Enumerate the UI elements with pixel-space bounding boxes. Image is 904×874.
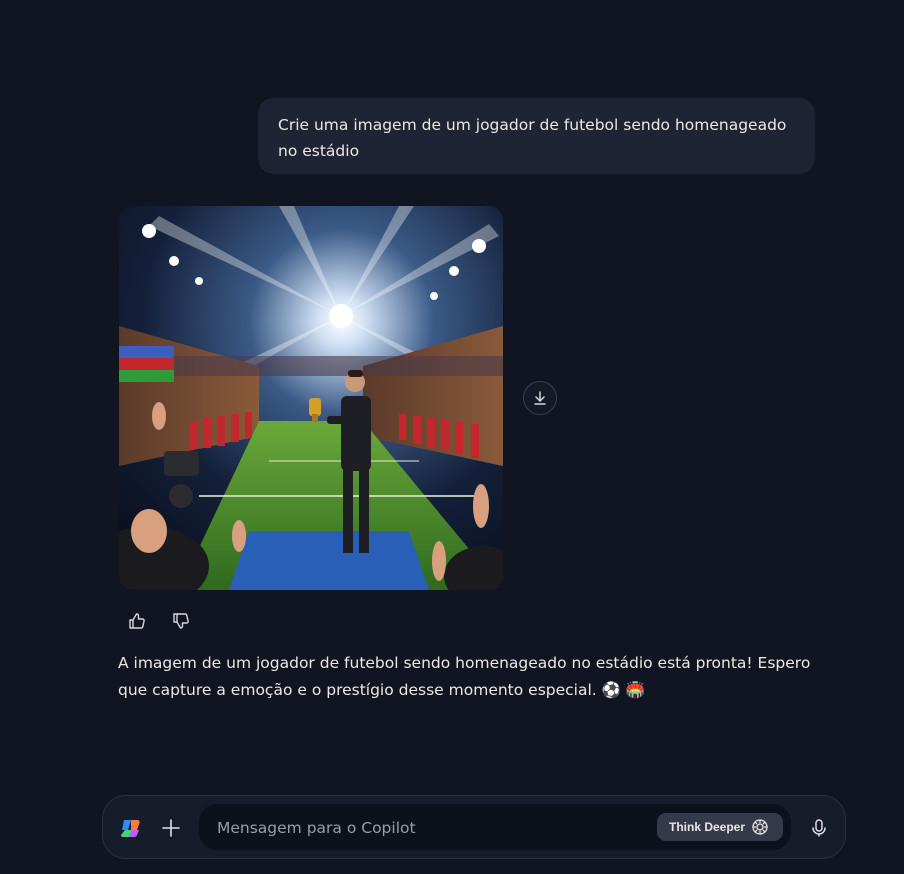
generated-image[interactable] xyxy=(119,206,503,590)
thumbs-down-icon xyxy=(173,613,189,629)
message-input-container: Think Deeper xyxy=(199,804,791,852)
like-button[interactable] xyxy=(125,609,149,633)
think-deeper-label: Think Deeper xyxy=(669,820,746,834)
message-composer: Think Deeper xyxy=(102,795,846,859)
think-deeper-button[interactable]: Think Deeper xyxy=(657,813,783,841)
add-attachment-button[interactable] xyxy=(159,816,183,840)
user-message-bubble: Crie uma imagem de um jogador de futebol… xyxy=(258,98,815,174)
assistant-message: A imagem de um jogador de futebol sendo … xyxy=(118,650,818,704)
thumbs-up-icon xyxy=(129,613,145,629)
dislike-button[interactable] xyxy=(169,609,193,633)
plus-icon xyxy=(162,819,180,837)
download-button[interactable] xyxy=(523,381,557,415)
user-message-text: Crie uma imagem de um jogador de futebol… xyxy=(278,116,787,160)
chat-page: Crie uma imagem de um jogador de futebol… xyxy=(0,0,904,874)
copilot-logo-icon[interactable] xyxy=(119,816,143,840)
assistant-message-text: A imagem de um jogador de futebol sendo … xyxy=(118,654,811,699)
message-input[interactable] xyxy=(215,804,639,852)
think-deeper-icon xyxy=(752,819,768,835)
microphone-button[interactable] xyxy=(807,816,831,840)
download-icon xyxy=(534,391,546,405)
microphone-icon xyxy=(812,819,826,837)
